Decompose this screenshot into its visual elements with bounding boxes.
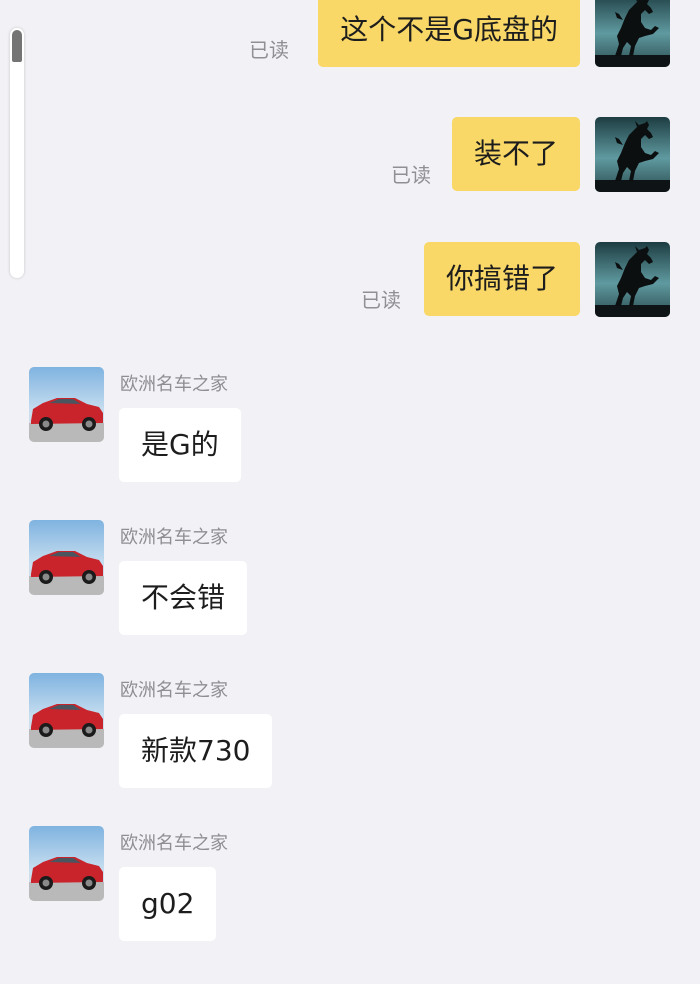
read-status: 已读	[249, 38, 289, 62]
message-bubble[interactable]: 这个不是G底盘的	[318, 0, 580, 67]
horse-avatar-icon[interactable]	[595, 242, 670, 317]
message-bubble[interactable]: 装不了	[451, 117, 580, 191]
red-car-avatar-icon[interactable]	[29, 673, 104, 748]
read-status: 已读	[391, 163, 431, 187]
red-car-avatar-icon[interactable]	[29, 826, 104, 901]
message-bubble[interactable]: 不会错	[119, 561, 248, 635]
message-bubble[interactable]: 新款730	[119, 714, 273, 788]
message-bubble[interactable]: 是G的	[119, 408, 241, 482]
red-car-avatar-icon[interactable]	[29, 520, 104, 595]
horse-avatar-icon[interactable]	[595, 0, 670, 67]
scrollbar[interactable]	[10, 28, 24, 278]
sender-name: 欧洲名车之家	[120, 374, 228, 395]
message-bubble[interactable]: g02	[119, 867, 217, 941]
message-bubble[interactable]: 你搞错了	[423, 242, 580, 316]
sender-name: 欧洲名车之家	[120, 527, 228, 548]
read-status: 已读	[361, 288, 401, 312]
red-car-avatar-icon[interactable]	[29, 367, 104, 442]
scrollbar-thumb[interactable]	[12, 30, 22, 62]
horse-avatar-icon[interactable]	[595, 117, 670, 192]
sender-name: 欧洲名车之家	[120, 833, 228, 854]
sender-name: 欧洲名车之家	[120, 680, 228, 701]
